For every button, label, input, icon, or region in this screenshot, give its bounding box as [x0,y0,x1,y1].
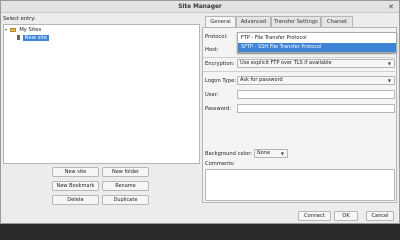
folder-icon [9,27,16,32]
separator [203,71,395,72]
connect-button[interactable]: Connect [298,211,331,221]
new-site-button[interactable]: New site [52,167,99,177]
password-label: Password: [205,106,231,112]
duplicate-button[interactable]: Duplicate [102,195,149,205]
delete-button[interactable]: Delete [52,195,99,205]
close-icon[interactable]: ✕ [388,1,394,13]
ok-button[interactable]: OK [334,211,358,221]
user-label: User: [205,92,219,98]
password-field[interactable] [237,104,395,113]
protocol-dropdown[interactable]: FTP - File Transfer Protocol SFTP - SSH … [237,32,397,53]
host-label: Host: [205,47,219,53]
protocol-option-sftp[interactable]: SFTP - SSH File Transfer Protocol [238,43,396,52]
new-folder-button[interactable]: New folder [102,167,149,177]
tab-charset[interactable]: Charset [321,16,353,27]
site-manager-window: Site Manager ✕ Select entry: ▾ My Sites … [0,0,400,224]
tab-advanced[interactable]: Advanced [236,16,271,27]
protocol-label: Protocol: [205,34,228,40]
chevron-down-icon: ▼ [387,61,391,66]
tree-item-label: New site [22,35,49,41]
tree-item-my-sites[interactable]: ▾ My Sites [5,26,41,34]
logon-type-label: Logon Type: [205,78,237,84]
site-tree[interactable]: ▾ My Sites New site [3,24,200,164]
separator [203,57,395,58]
background-color-label: Background color: [205,151,253,157]
tab-transfer-settings[interactable]: Transfer Settings [271,16,321,27]
rename-button[interactable]: Rename [102,181,149,191]
encryption-label: Encryption: [205,61,235,67]
site-icon [17,35,20,40]
user-field[interactable] [237,90,395,99]
select-entry-label: Select entry: [3,16,36,22]
comments-textarea[interactable] [205,169,395,201]
tree-item-label: My Sites [19,27,42,33]
background-color-value: None [257,150,271,156]
background-color-select[interactable]: None ▼ [254,149,288,158]
logon-type-select[interactable]: Ask for password ▼ [237,76,395,85]
encryption-value: Use explicit FTP over TLS if available [240,60,332,66]
collapse-arrow-icon[interactable]: ▾ [5,27,7,32]
comments-label: Comments: [205,161,235,167]
encryption-select[interactable]: Use explicit FTP over TLS if available ▼ [237,59,395,68]
protocol-option-ftp[interactable]: FTP - File Transfer Protocol [238,34,396,43]
chevron-down-icon: ▼ [387,78,391,83]
logon-type-value: Ask for password [240,77,283,83]
tree-item-new-site[interactable]: New site [17,34,49,42]
window-title: Site Manager [178,4,222,10]
title-bar: Site Manager ✕ [1,1,399,13]
new-bookmark-button[interactable]: New Bookmark [52,181,99,191]
chevron-down-icon: ▼ [280,151,284,156]
cancel-button[interactable]: Cancel [366,211,394,221]
